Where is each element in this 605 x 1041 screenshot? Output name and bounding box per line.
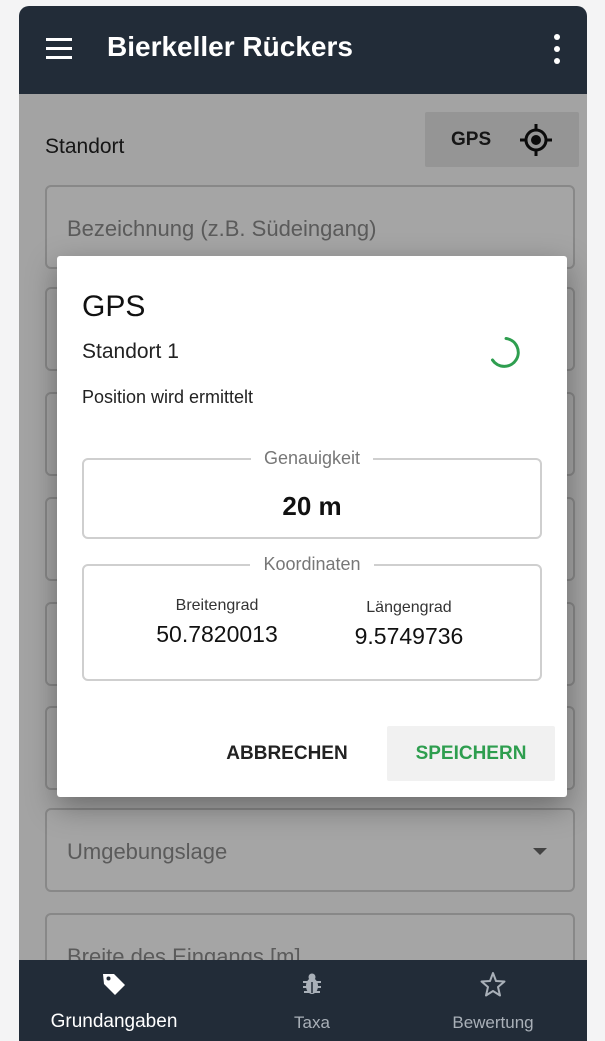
dialog-status-text: Position wird ermittelt [82, 387, 254, 407]
accuracy-legend: Genauigkeit [250, 448, 374, 468]
latitude-value: 50.7820013 [156, 621, 278, 647]
dialog-subtitle: Standort 1 [82, 340, 179, 363]
app-screen: Bierkeller Rückers Standort GPS Bezeichn… [19, 6, 587, 1041]
loading-spinner-icon [491, 337, 520, 368]
gps-dialog: GPS Standort 1 Position wird ermittelt G… [57, 256, 567, 797]
nav-label: Taxa [294, 1013, 330, 1032]
dialog-title: GPS [82, 290, 146, 323]
bug-icon [303, 973, 321, 994]
longitude-value: 9.5749736 [354, 623, 464, 649]
app-title: Bierkeller Rückers [107, 31, 353, 62]
latitude-label: Breitengrad [175, 597, 259, 614]
cancel-button[interactable]: ABBRECHEN [207, 726, 367, 781]
app-bar: Bierkeller Rückers [19, 6, 587, 94]
tag-icon [103, 974, 125, 995]
coordinates-box: Koordinaten Breitengrad 50.7820013 Länge… [82, 554, 542, 681]
nav-label: Grundangaben [50, 1011, 178, 1032]
bottom-navigation: Grundangaben Taxa Bewertung [19, 960, 587, 1041]
more-options-icon[interactable] [551, 34, 563, 64]
save-button[interactable]: SPEICHERN [387, 726, 555, 781]
latitude-group: Breitengrad 50.7820013 [137, 597, 297, 648]
nav-item-bewertung[interactable]: Bewertung [399, 960, 587, 1041]
accuracy-box: Genauigkeit 20 m [82, 448, 542, 539]
nav-item-taxa[interactable]: Taxa [219, 960, 405, 1041]
star-icon [480, 972, 506, 997]
coordinates-legend: Koordinaten [250, 554, 374, 574]
menu-icon[interactable] [46, 38, 72, 60]
nav-item-grundangaben[interactable]: Grundangaben [19, 960, 209, 1041]
longitude-label: Längengrad [366, 599, 452, 616]
accuracy-value: 20 m [282, 491, 342, 521]
longitude-group: Längengrad 9.5749736 [329, 599, 489, 650]
nav-label: Bewertung [452, 1013, 534, 1032]
